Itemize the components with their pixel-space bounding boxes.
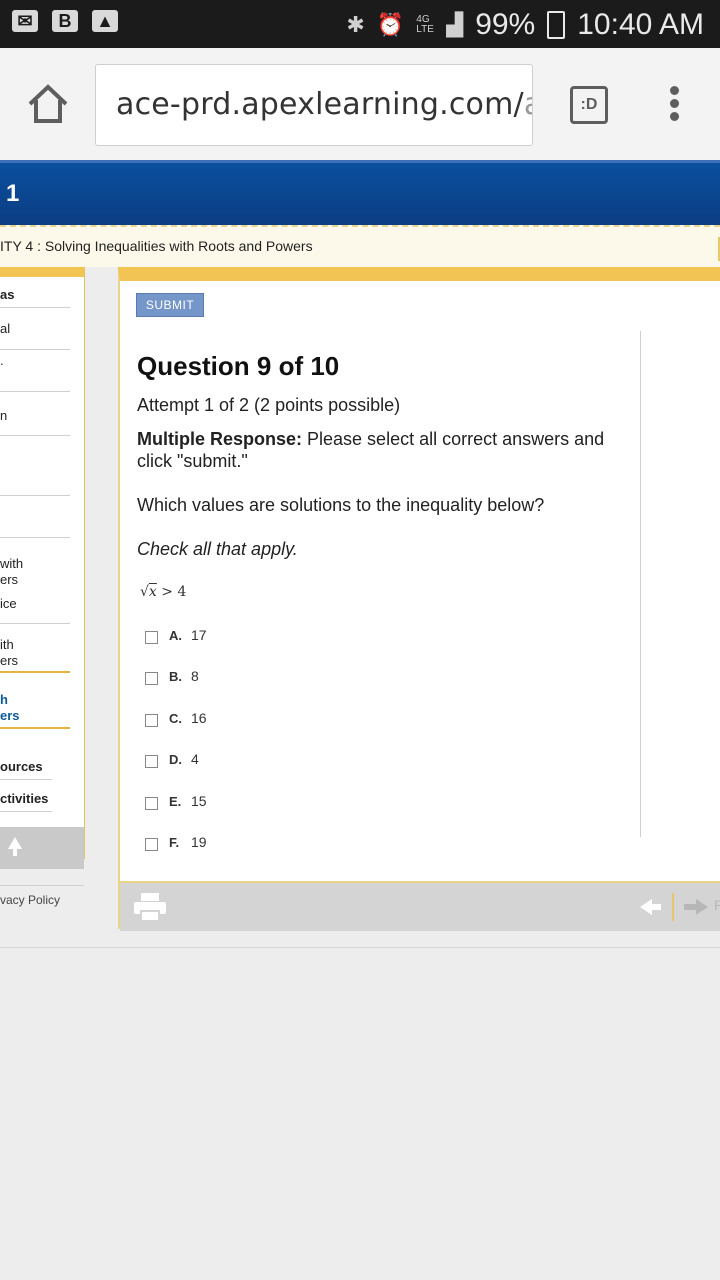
alarm-icon: ⏰ [376,12,405,37]
divider [0,349,70,350]
option-letter: D. [169,751,182,767]
arrow-up-stem [13,848,17,856]
sidebar-item-resources[interactable]: ources [0,759,70,775]
next-arrow-icon[interactable] [696,899,708,915]
gallery-icon: ▲ [92,10,118,32]
inequality-expression: √x > 4 [140,584,187,600]
checkbox[interactable] [145,754,158,768]
divider [0,435,70,436]
question-title: Question 9 of 10 [137,351,340,381]
option-letter: F. [169,834,180,850]
question-panel: SUBMIT Question 9 of 10 Attempt 1 of 2 (… [118,267,720,931]
option-value: 19 [191,834,207,850]
clock: 10:40 AM [577,8,704,41]
instructions-label: Multiple Response: [137,429,303,449]
divider [0,307,70,308]
active-divider [0,671,70,673]
attempt-info: Attempt 1 of 2 (2 points possible) [137,395,401,415]
checkbox[interactable] [145,713,158,727]
instructions: Multiple Response: Please select all cor… [137,428,627,472]
unit-number: 1 [6,180,20,207]
option-letter: A. [169,627,182,643]
divider [0,391,70,392]
notification-icons: ✉ B ▲ [12,10,118,32]
sidebar-item[interactable]: ers [0,653,70,669]
privacy-link[interactable]: vacy Policy [0,893,60,907]
panel-footer: P [120,881,720,931]
answer-option-f[interactable]: F. 19 [145,832,207,852]
next-arrow-stem [684,904,696,910]
checkbox[interactable] [145,630,158,644]
sidebar-item-active[interactable]: h [0,692,70,708]
system-icons: ✱ ⏰ 4G LTE ▟ 99% 10:40 AM [346,8,704,42]
home-icon[interactable] [26,82,70,126]
scroll-top-button[interactable] [0,827,84,869]
url-text: ace-prd.apexlearning.com/app [116,87,532,122]
option-letter: C. [169,710,182,726]
network-type: 4G LTE [416,14,434,35]
option-letter: B. [169,668,182,684]
browser-toolbar: ace-prd.apexlearning.com/app :D [0,48,720,161]
activity-bar: ITY 4 : Solving Inequalities with Roots … [0,225,720,267]
divider [640,331,641,837]
bluetooth-icon: ✱ [346,12,365,37]
check-all-note: Check all that apply. [137,539,298,559]
sidebar-item-activities[interactable]: ctivities [0,791,70,807]
answer-option-c[interactable]: C. 16 [145,708,207,728]
divider [0,885,84,886]
radicand: x [148,584,157,600]
divider [0,623,70,624]
previous-arrow-stem [651,904,661,910]
activity-title: ITY 4 : Solving Inequalities with Roots … [0,238,313,254]
checkbox[interactable] [145,671,158,685]
checkbox[interactable] [145,837,158,851]
divider [0,947,720,948]
tab-switcher-button[interactable]: :D [570,86,608,124]
answer-option-e[interactable]: E. 15 [145,791,207,811]
sidebar-item[interactable]: as [0,287,70,303]
option-value: 8 [191,668,199,684]
sidebar-item[interactable]: ith [0,637,70,653]
option-value: 4 [191,751,199,767]
option-letter: E. [169,793,182,809]
sidebar-item[interactable]: al [0,321,70,337]
option-value: 16 [191,710,207,726]
address-bar[interactable]: ace-prd.apexlearning.com/app [95,64,533,146]
sidebar-item[interactable]: ers [0,572,70,588]
sidebar-item[interactable]: with [0,556,70,572]
option-value: 17 [191,627,207,643]
signal-icon: ▟ [446,12,464,37]
sidebar-item[interactable]: n [0,408,70,424]
b-app-icon: B [52,10,78,32]
print-icon[interactable] [134,893,166,921]
option-value: 15 [191,793,207,809]
inequality-rest: > 4 [156,584,187,600]
active-divider [0,727,70,729]
overflow-menu-icon[interactable] [668,86,680,126]
divider [0,495,70,496]
battery-percent: 99% [475,8,536,41]
answer-option-d[interactable]: D. 4 [145,749,199,769]
divider [0,811,52,812]
divider [0,537,70,538]
battery-icon [547,11,566,39]
sidebar-item[interactable]: . [0,353,70,369]
answer-option-a[interactable]: A. 17 [145,625,207,645]
sidebar-item-active[interactable]: ers [0,708,70,724]
answer-option-b[interactable]: B. 8 [145,666,199,686]
course-header: 1 [0,160,720,228]
divider [672,893,674,921]
mail-icon: ✉ [12,10,38,32]
status-bar: ✉ B ▲ ✱ ⏰ 4G LTE ▟ 99% 10:40 AM [0,0,720,48]
sidebar: as al . n with ers ice ith ers h ers our… [0,267,85,869]
next-label[interactable]: P [714,897,720,913]
submit-button[interactable]: SUBMIT [136,293,204,317]
page-navigation: P [640,893,720,921]
checkbox[interactable] [145,796,158,810]
divider [0,779,52,780]
question-prompt: Which values are solutions to the inequa… [137,495,545,515]
sidebar-item[interactable]: ice [0,596,70,612]
